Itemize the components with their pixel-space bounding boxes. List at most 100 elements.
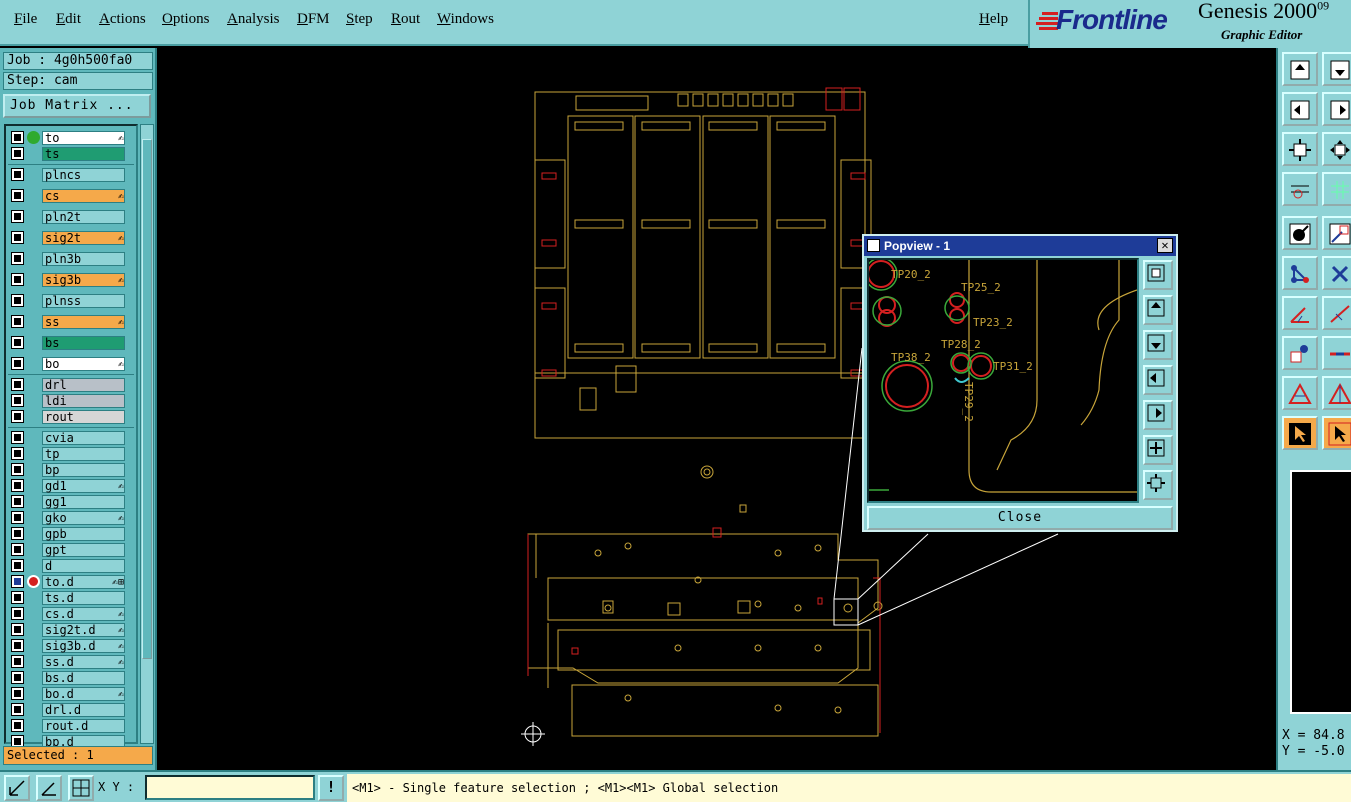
popview-zoom-in-button[interactable] [1143,435,1173,465]
menu-rout[interactable]: Rout [391,11,420,28]
job-matrix-button[interactable]: Job Matrix ... [3,94,151,118]
layer-name[interactable]: bp [42,463,125,477]
layer-name[interactable]: gg1 [42,495,125,509]
layer-row-ss-d[interactable]: ss.d ✍ [6,654,136,670]
layer-name[interactable]: ldi [42,394,125,408]
connect-button[interactable] [1282,256,1318,290]
layer-row-ts-d[interactable]: ts.d [6,590,136,606]
layer-name[interactable]: drl [42,378,125,392]
layer-row-rout[interactable]: rout [6,409,136,425]
layer-visibility-checkbox[interactable] [12,560,23,571]
layer-visibility-checkbox[interactable] [12,688,23,699]
layer-name[interactable]: sig3b.d ✍ [42,639,125,653]
layer-visibility-checkbox[interactable] [12,528,23,539]
popview-pan-right-button[interactable] [1143,400,1173,430]
layer-name[interactable]: ts.d [42,591,125,605]
layer-row-gpt[interactable]: gpt [6,542,136,558]
popview-zoom-view[interactable]: TP20_2 TP25_2 TP23_2 TP28_2 TP38_2 TP31_… [867,258,1139,503]
layer-row-drl[interactable]: drl [6,377,136,393]
layer-visibility-checkbox[interactable] [12,337,23,348]
grid-button[interactable] [1322,172,1351,206]
menu-dfm[interactable]: DFM [297,11,330,28]
layer-row-ss[interactable]: ss ✍ [6,314,136,330]
add-feature-button[interactable] [1322,216,1351,250]
window-menu-icon[interactable] [867,239,880,252]
layer-row-ldi[interactable]: ldi [6,393,136,409]
delete-button[interactable] [1322,256,1351,290]
layer-row-bp[interactable]: bp [6,462,136,478]
layer-visibility-checkbox[interactable] [12,576,23,587]
layer-visibility-checkbox[interactable] [12,379,23,390]
layer-row-gg1[interactable]: gg1 [6,494,136,510]
popview-pan-down-button[interactable] [1143,330,1173,360]
layer-visibility-checkbox[interactable] [12,640,23,651]
menu-step[interactable]: Step [346,11,373,28]
layer-name[interactable]: drl.d [42,703,125,717]
layer-name[interactable]: bo.d ✍ [42,687,125,701]
layer-visibility-checkbox[interactable] [12,464,23,475]
layer-name[interactable]: cvia [42,431,125,445]
layer-name[interactable]: to ✍ [42,131,125,145]
layer-row-gpb[interactable]: gpb [6,526,136,542]
warning-button[interactable]: ! [318,775,344,801]
layer-visibility-checkbox[interactable] [12,496,23,507]
layer-row-pln2t[interactable]: pln2t [6,209,136,225]
measure-button[interactable] [1282,172,1318,206]
layer-row-sig3b[interactable]: sig3b ✍ [6,272,136,288]
layer-visibility-checkbox[interactable] [12,148,23,159]
layer-visibility-checkbox[interactable] [12,672,23,683]
layer-row-drl-d[interactable]: drl.d [6,702,136,718]
layer-row-plncs[interactable]: plncs [6,167,136,183]
layer-row-rout-d[interactable]: rout.d [6,718,136,734]
layer-visibility-checkbox[interactable] [12,624,23,635]
layer-visibility-checkbox[interactable] [12,295,23,306]
layer-visibility-checkbox[interactable] [12,411,23,422]
layer-visibility-checkbox[interactable] [12,592,23,603]
layer-name[interactable]: pln3b [42,252,125,266]
layer-name[interactable]: rout.d [42,719,125,733]
layer-visibility-checkbox[interactable] [12,512,23,523]
layer-visibility-checkbox[interactable] [12,211,23,222]
layer-name[interactable]: gpb [42,527,125,541]
popview-close-icon[interactable]: ✕ [1157,238,1173,253]
layer-name[interactable]: ss.d ✍ [42,655,125,669]
layer-visibility-checkbox[interactable] [12,232,23,243]
popview-title[interactable]: Popview - 1 [864,236,1176,256]
layer-row-to[interactable]: to ✍ [6,130,136,146]
layer-row-plnss[interactable]: plnss [6,293,136,309]
layer-visibility-checkbox[interactable] [12,190,23,201]
layer-row-gd1[interactable]: gd1 ✍ [6,478,136,494]
layer-row-tp[interactable]: tp [6,446,136,462]
layer-row-bs[interactable]: bs [6,335,136,351]
layer-name[interactable]: tp [42,447,125,461]
layer-name[interactable]: rout [42,410,125,424]
popview-close-button[interactable]: Close [867,506,1173,530]
layer-visibility-checkbox[interactable] [12,608,23,619]
layer-row-ts[interactable]: ts [6,146,136,162]
menu-help[interactable]: Help [979,11,1008,28]
layer-visibility-checkbox[interactable] [12,274,23,285]
layer-row-cs-d[interactable]: cs.d ✍ [6,606,136,622]
layer-visibility-checkbox[interactable] [12,704,23,715]
layer-row-pln3b[interactable]: pln3b [6,251,136,267]
layer-name[interactable]: gpt [42,543,125,557]
layer-name[interactable]: gko ✍ [42,511,125,525]
menu-options[interactable]: Options [162,11,210,28]
popview-pan-up-button[interactable] [1143,295,1173,325]
layer-visibility-checkbox[interactable] [12,480,23,491]
layer-visibility-checkbox[interactable] [12,395,23,406]
layer-visibility-checkbox[interactable] [12,316,23,327]
cut-button[interactable] [1322,336,1351,370]
popview-zoom-fit-button[interactable] [1143,260,1173,290]
layer-name[interactable]: sig3b ✍ [42,273,125,287]
page-up-button[interactable] [1282,52,1318,86]
layer-visibility-checkbox[interactable] [12,169,23,180]
layer-name[interactable]: d [42,559,125,573]
layer-visibility-checkbox[interactable] [12,544,23,555]
menu-edit[interactable]: Edit [56,11,81,28]
menu-file[interactable]: File [14,11,37,28]
layer-name[interactable]: plncs [42,168,125,182]
layer-name[interactable]: bs.d [42,671,125,685]
layer-row-bo[interactable]: bo ✍ [6,356,136,372]
layer-row-d[interactable]: d [6,558,136,574]
